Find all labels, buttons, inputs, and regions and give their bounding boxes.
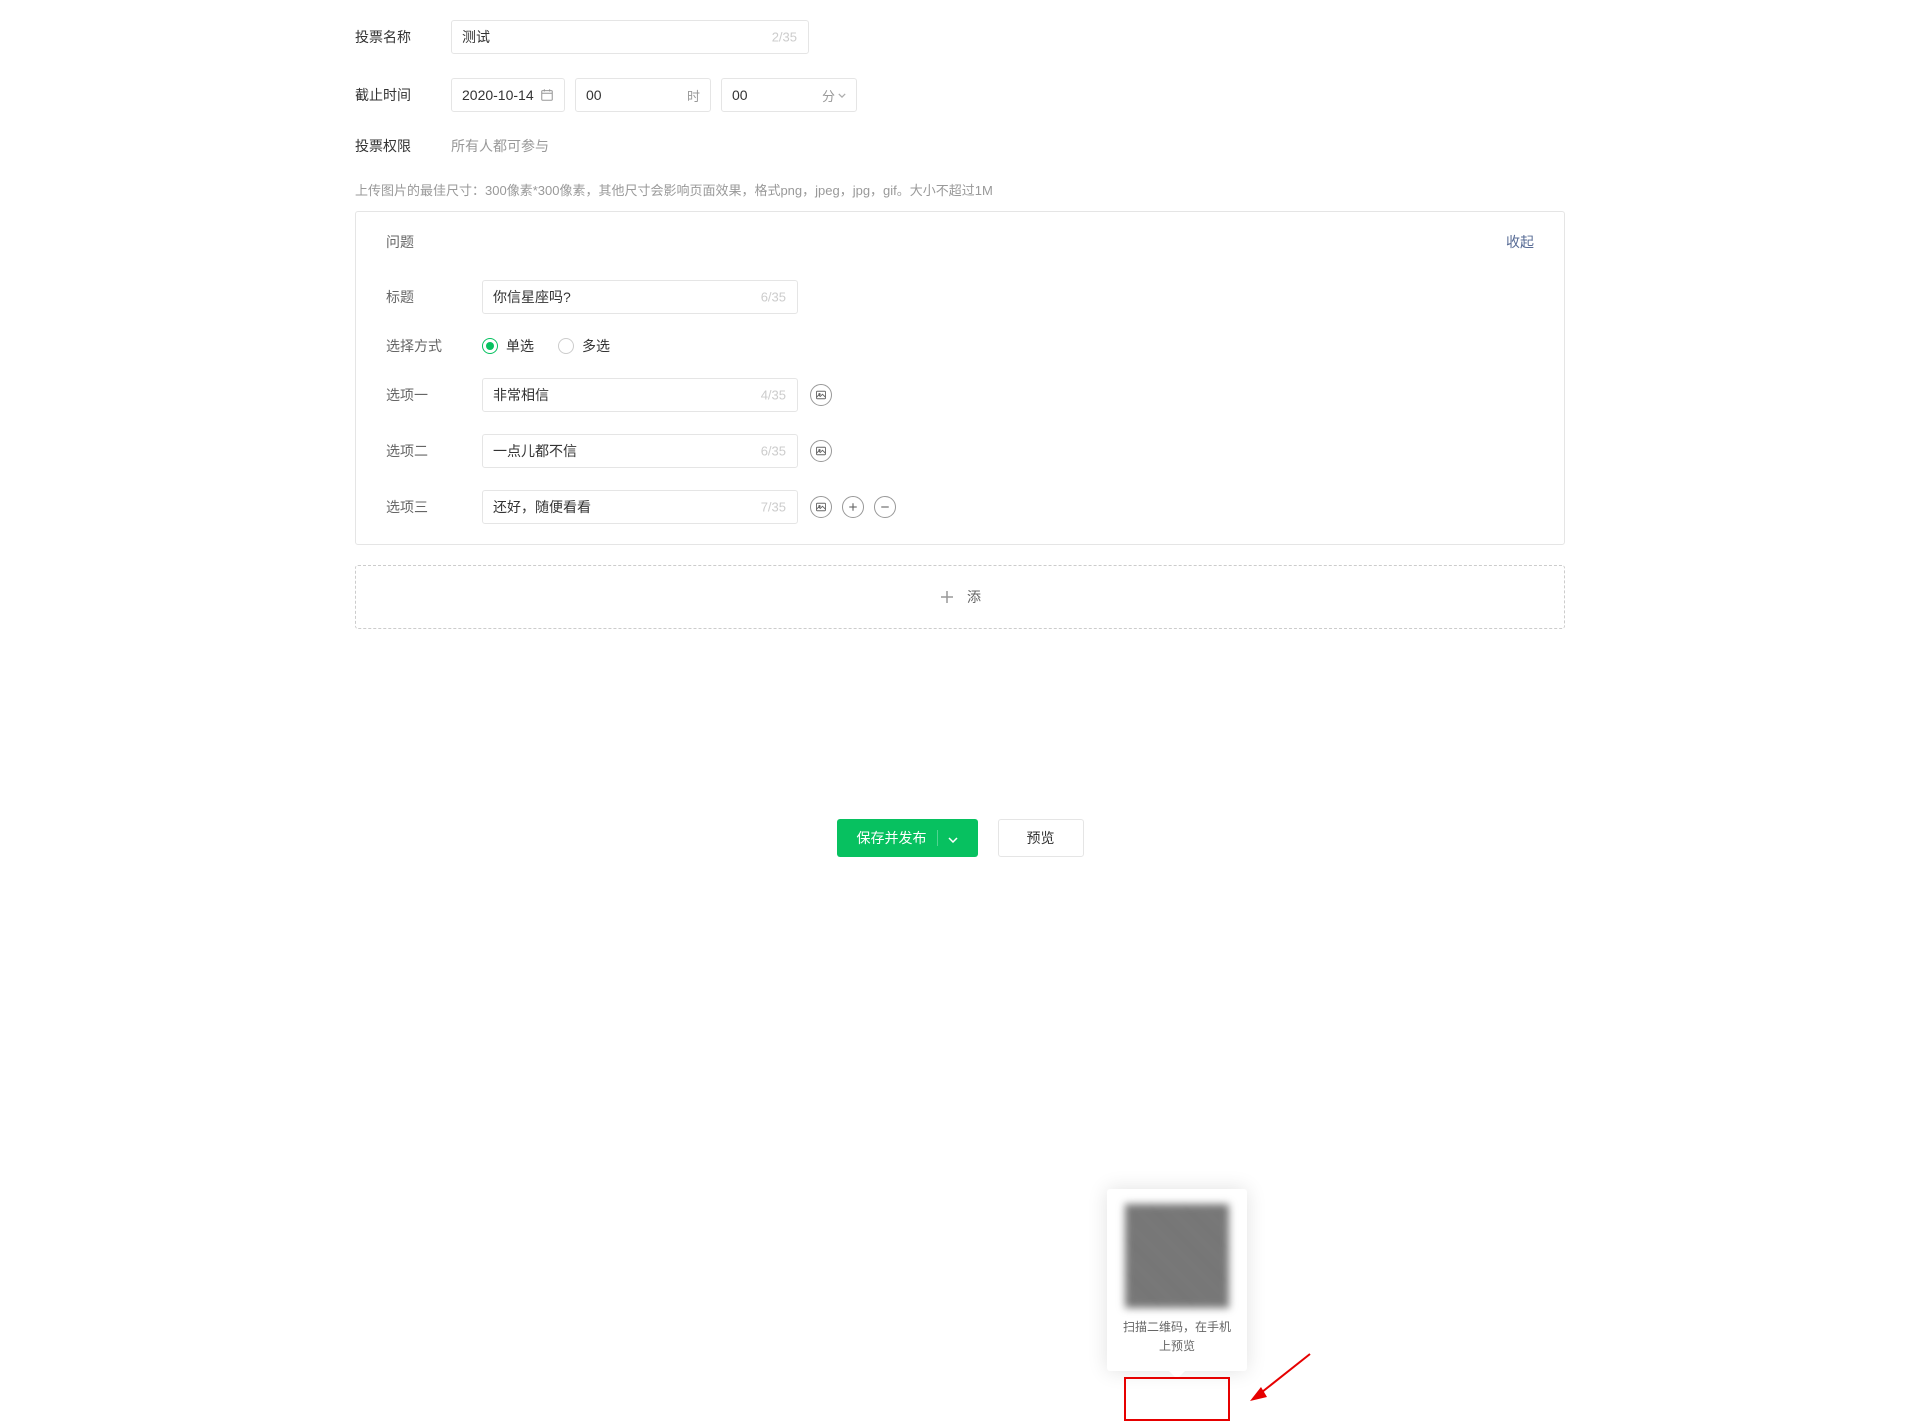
option-label-1: 选项一 xyxy=(386,385,482,405)
name-input-wrapper: 2/35 xyxy=(451,20,809,54)
option-row-3: 选项三 7/35 xyxy=(386,490,1534,524)
qr-popup: 扫描二维码，在手机上预览 xyxy=(1107,1189,1247,1371)
option-row-1: 选项一 4/35 xyxy=(386,378,1534,412)
save-publish-caret xyxy=(937,830,958,846)
deadline-label: 截止时间 xyxy=(355,85,451,105)
calendar-icon xyxy=(540,88,554,102)
title-row: 标题 6/35 xyxy=(386,280,1534,314)
image-icon-3[interactable] xyxy=(810,496,832,518)
deadline-hour-select[interactable]: 00 时 xyxy=(575,78,711,112)
option-input-wrapper-2: 6/35 xyxy=(482,434,798,468)
radio-multi-circle xyxy=(558,338,574,354)
radio-multi-label: 多选 xyxy=(582,336,610,356)
option-icons-1 xyxy=(810,384,832,406)
deadline-hour-value: 00 xyxy=(586,87,602,103)
question-header: 问题 收起 xyxy=(386,232,1534,252)
option-icons-3 xyxy=(810,496,896,518)
option-label-3: 选项三 xyxy=(386,497,482,517)
hour-suffix: 时 xyxy=(687,86,700,105)
add-icon[interactable] xyxy=(842,496,864,518)
radio-single-label: 单选 xyxy=(506,336,534,356)
chevron-down-icon xyxy=(838,93,846,98)
plus-icon xyxy=(939,589,955,605)
add-question-box[interactable]: 添 xyxy=(355,565,1565,629)
select-mode-row: 选择方式 单选 多选 xyxy=(386,336,1534,356)
title-label: 标题 xyxy=(386,287,482,307)
radio-group: 单选 多选 xyxy=(482,336,610,356)
remove-icon[interactable] xyxy=(874,496,896,518)
permission-row: 投票权限 所有人都可参与 xyxy=(325,136,1595,156)
name-counter: 2/35 xyxy=(772,30,797,45)
permission-text: 所有人都可参与 xyxy=(451,136,549,156)
popup-arrow xyxy=(1169,1371,1185,1379)
option-input-wrapper-3: 7/35 xyxy=(482,490,798,524)
select-mode-label: 选择方式 xyxy=(386,336,482,356)
deadline-date-value: 2020-10-14 xyxy=(462,87,534,103)
qr-code-image xyxy=(1125,1204,1229,1308)
minute-suffix: 分 xyxy=(822,86,835,105)
deadline-minute-select[interactable]: 00 分 xyxy=(721,78,857,112)
option-input-wrapper-1: 4/35 xyxy=(482,378,798,412)
name-label: 投票名称 xyxy=(355,27,451,47)
radio-single-circle xyxy=(482,338,498,354)
option-input-1[interactable] xyxy=(482,378,798,412)
preview-button[interactable]: 预览 xyxy=(998,819,1084,857)
question-panel-title: 问题 xyxy=(386,232,414,252)
collapse-link[interactable]: 收起 xyxy=(1506,232,1534,252)
option-icons-2 xyxy=(810,440,832,462)
title-counter: 6/35 xyxy=(761,290,786,305)
image-icon-1[interactable] xyxy=(810,384,832,406)
annotation-highlight xyxy=(1124,1377,1230,1421)
annotation-arrow xyxy=(1245,1349,1315,1412)
radio-multi[interactable]: 多选 xyxy=(558,336,610,356)
caret-down-icon xyxy=(948,837,958,843)
option-input-3[interactable] xyxy=(482,490,798,524)
name-row: 投票名称 2/35 xyxy=(325,20,1595,54)
deadline-minute-value: 00 xyxy=(732,87,748,103)
option-input-2[interactable] xyxy=(482,434,798,468)
title-input[interactable] xyxy=(482,280,798,314)
save-publish-label: 保存并发布 xyxy=(857,828,927,848)
add-question-label: 添 xyxy=(967,587,981,607)
qr-text: 扫描二维码，在手机上预览 xyxy=(1122,1318,1232,1356)
image-icon-2[interactable] xyxy=(810,440,832,462)
question-panel: 问题 收起 标题 6/35 选择方式 单选 多选 xyxy=(355,211,1565,545)
footer-buttons: 保存并发布 预览 xyxy=(325,689,1595,857)
title-input-wrapper: 6/35 xyxy=(482,280,798,314)
option-label-2: 选项二 xyxy=(386,441,482,461)
deadline-date-input[interactable]: 2020-10-14 xyxy=(451,78,565,112)
option-counter-2: 6/35 xyxy=(761,444,786,459)
deadline-row: 截止时间 2020-10-14 00 时 00 分 xyxy=(325,78,1595,112)
option-counter-1: 4/35 xyxy=(761,388,786,403)
name-input[interactable] xyxy=(451,20,809,54)
option-row-2: 选项二 6/35 xyxy=(386,434,1534,468)
permission-label: 投票权限 xyxy=(355,136,451,156)
option-counter-3: 7/35 xyxy=(761,500,786,515)
image-hint: 上传图片的最佳尺寸：300像素*300像素，其他尺寸会影响页面效果，格式png，… xyxy=(325,180,1595,199)
save-publish-button[interactable]: 保存并发布 xyxy=(837,819,978,857)
radio-single[interactable]: 单选 xyxy=(482,336,534,356)
